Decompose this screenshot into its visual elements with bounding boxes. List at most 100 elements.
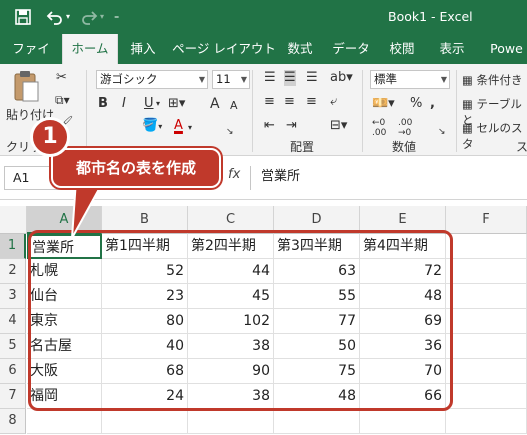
number-format-combo[interactable]: 標準 ▼ [370, 70, 450, 89]
align-middle-icon[interactable]: ☰ [284, 70, 296, 86]
tab-file[interactable]: ファイル [8, 34, 54, 86]
row-header[interactable]: 4 [0, 309, 26, 334]
tab-home[interactable]: ホーム [62, 34, 118, 64]
document-title: Book1 - Excel [388, 9, 473, 24]
cell[interactable] [102, 409, 188, 434]
increase-decimal-icon[interactable]: ←0.00 [372, 118, 386, 138]
paste-icon[interactable] [12, 70, 40, 104]
cell[interactable] [188, 409, 274, 434]
table-highlight-frame [28, 230, 453, 411]
cell-styles-icon: ▦ [462, 121, 473, 135]
comma-button[interactable]: , [430, 96, 435, 112]
cell[interactable] [446, 359, 527, 384]
tab-formulas[interactable]: 数式 [282, 34, 318, 64]
quick-access-toolbar: ▾ ▾ ₌ [14, 7, 119, 27]
border-icon[interactable]: ⊞▾ [168, 96, 185, 112]
chevron-down-icon[interactable]: ▾ [156, 96, 160, 112]
merge-center-icon[interactable]: ⊟▾ [330, 118, 347, 134]
chevron-down-icon: ▼ [198, 75, 205, 84]
row-header[interactable]: 7 [0, 384, 26, 409]
select-all-corner[interactable] [0, 206, 27, 234]
align-left-icon[interactable]: ≡ [264, 94, 275, 110]
row-header[interactable]: 1 [0, 234, 26, 259]
cut-icon[interactable]: ✂ [56, 70, 67, 86]
font-name-combo[interactable]: 游ゴシック ▼ [96, 70, 208, 89]
shrink-font-button[interactable]: A [230, 98, 238, 114]
tab-page-layout[interactable]: ページ レイアウト [172, 34, 276, 64]
conditional-format-icon: ▦ [462, 73, 473, 87]
ribbon: 貼り付け ✂ ⧉▾ 🖌 クリップ 游ゴシック ▼ 11 ▼ B I U ▾ ⊞▾… [0, 64, 527, 156]
redo-icon[interactable] [80, 8, 98, 26]
cell[interactable] [360, 409, 446, 434]
row-header[interactable]: 8 [0, 409, 26, 434]
currency-icon[interactable]: 💴▾ [372, 96, 395, 112]
cell[interactable] [446, 409, 527, 434]
annotation-callout: 都市名の表を作成 [51, 148, 221, 188]
tab-insert[interactable]: 挿入 [124, 34, 162, 64]
save-icon[interactable] [14, 8, 32, 26]
table-icon: ▦ [462, 97, 473, 111]
title-bar: ▾ ▾ ₌ Book1 - Excel [0, 0, 527, 34]
fx-icon[interactable]: fx [228, 167, 240, 182]
align-right-icon[interactable]: ≡ [306, 94, 317, 110]
tab-data[interactable]: データ [330, 34, 372, 64]
cell[interactable] [446, 284, 527, 309]
chevron-down-icon: ▼ [240, 75, 247, 84]
fill-color-icon[interactable]: 🪣▾ [142, 118, 162, 135]
cell[interactable] [446, 384, 527, 409]
chevron-down-icon[interactable]: ▾ [188, 120, 192, 136]
align-center-icon[interactable]: ≡ [284, 94, 295, 110]
cell[interactable] [446, 309, 527, 334]
row-header[interactable]: 5 [0, 334, 26, 359]
tab-view[interactable]: 表示 [434, 34, 470, 64]
italic-button[interactable]: I [122, 96, 126, 112]
font-name-value: 游ゴシック [100, 72, 158, 86]
cell[interactable] [274, 409, 360, 434]
increase-indent-icon[interactable]: ⇥ [286, 118, 297, 134]
cell[interactable] [446, 259, 527, 284]
conditional-format-label: 条件付き [476, 73, 523, 87]
formula-input[interactable]: 営業所 [250, 166, 527, 190]
undo-dropdown-icon[interactable]: ▾ [66, 7, 70, 27]
callout-pointer [71, 180, 106, 239]
tab-power[interactable]: Powe [486, 34, 527, 64]
conditional-format-button[interactable]: ▦ 条件付き [462, 72, 523, 88]
redo-dropdown-icon[interactable]: ▾ [100, 7, 104, 27]
dialog-launcher-icon[interactable]: ↘ [226, 124, 234, 140]
number-group-label: 数値 [392, 140, 417, 154]
font-size-value: 11 [216, 72, 231, 86]
font-size-combo[interactable]: 11 ▼ [212, 70, 250, 89]
copy-icon[interactable]: ⧉▾ [55, 92, 70, 108]
tab-review[interactable]: 校閲 [384, 34, 420, 64]
decrease-indent-icon[interactable]: ⇤ [264, 118, 275, 134]
row-header[interactable]: 3 [0, 284, 26, 309]
cell[interactable] [27, 409, 102, 434]
underline-button[interactable]: U [144, 96, 154, 112]
styles-group-label: ス [516, 140, 527, 154]
row-header[interactable]: 2 [0, 259, 26, 284]
customize-qat-icon[interactable]: ₌ [114, 7, 119, 27]
percent-button[interactable]: % [410, 96, 422, 112]
dialog-launcher-icon[interactable]: ↘ [438, 124, 446, 140]
row-header[interactable]: 6 [0, 359, 26, 384]
cell[interactable] [446, 334, 527, 359]
font-color-button[interactable]: A [174, 118, 183, 134]
ribbon-separator [362, 70, 363, 152]
cell[interactable] [446, 234, 527, 259]
step-badge: 1 [30, 117, 70, 157]
wrap-text-icon[interactable]: ⤶ [330, 94, 337, 110]
undo-icon[interactable] [46, 8, 64, 26]
align-bottom-icon[interactable]: ☰ [306, 70, 318, 86]
decrease-decimal-icon[interactable]: .00 →0 [398, 118, 412, 138]
orientation-icon[interactable]: ab▾ [330, 70, 353, 86]
bold-button[interactable]: B [98, 96, 108, 112]
alignment-group-label: 配置 [290, 140, 315, 154]
number-format-value: 標準 [374, 72, 397, 86]
ribbon-separator [86, 70, 87, 152]
column-header-f[interactable]: F [446, 206, 527, 234]
chevron-down-icon: ▼ [440, 75, 447, 84]
align-top-icon[interactable]: ☰ [264, 70, 276, 86]
ribbon-separator [252, 70, 253, 152]
grow-font-button[interactable]: A [210, 96, 220, 112]
ribbon-tabs: ファイル ホーム 挿入 ページ レイアウト 数式 データ 校閲 表示 Powe [0, 34, 527, 86]
